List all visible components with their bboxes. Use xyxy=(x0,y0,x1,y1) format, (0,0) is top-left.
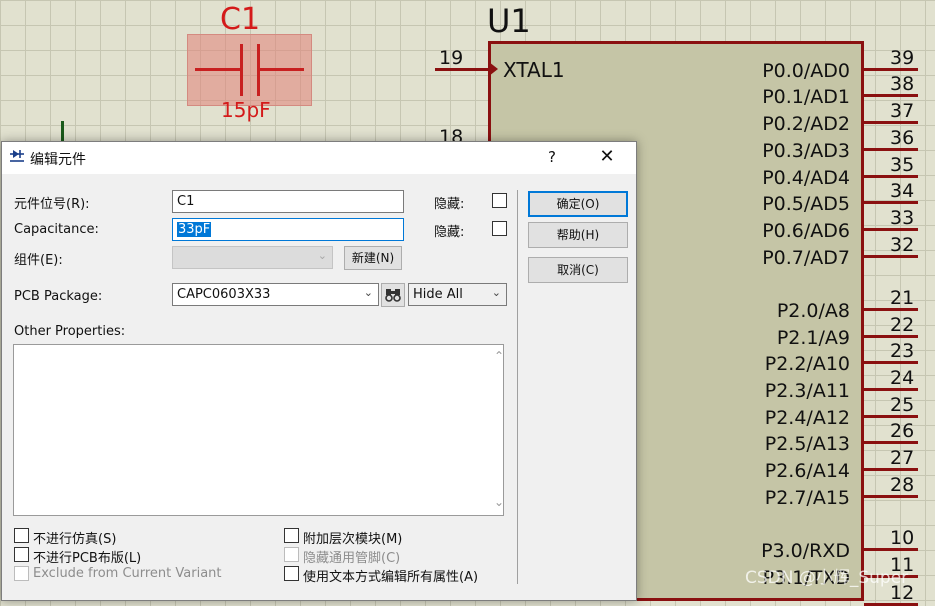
pin-number: 36 xyxy=(890,127,915,149)
pin-name: P2.3/A11 xyxy=(764,380,850,402)
capacitance-label: Capacitance: xyxy=(14,222,99,237)
vertical-separator xyxy=(517,190,518,584)
dialog-title: 编辑元件 xyxy=(30,152,86,168)
pin-name: P2.0/A8 xyxy=(776,300,850,322)
pin-number: 21 xyxy=(890,287,915,309)
title-bar[interactable]: 编辑元件 ? ✕ xyxy=(2,142,636,174)
ref-hidden-label: 隐藏: xyxy=(434,197,465,212)
attach-hierarchy-checkbox[interactable] xyxy=(284,528,299,543)
pin-number: 22 xyxy=(890,314,915,336)
chevron-down-icon: ⌄ xyxy=(317,249,327,262)
pin-name: XTAL1 xyxy=(503,58,565,82)
clock-input-arrow xyxy=(489,62,498,76)
pin-number: 34 xyxy=(890,180,915,202)
ok-button[interactable]: 确定(O) xyxy=(528,191,628,217)
pin-name: P3.0/RXD xyxy=(761,540,850,562)
pin-number: 26 xyxy=(890,420,915,442)
edit-all-text-label[interactable]: 使用文本方式编辑所有属性(A) xyxy=(303,566,478,585)
pin-number: 27 xyxy=(890,447,915,469)
pin-name: P0.0/AD0 xyxy=(762,60,850,82)
binoculars-icon xyxy=(385,289,401,302)
help-button[interactable]: ? xyxy=(541,146,563,168)
capacitance-hidden-label: 隐藏: xyxy=(434,225,465,240)
pin-name: P0.7/AD7 xyxy=(762,247,850,269)
capacitor-value[interactable]: 15pF xyxy=(221,98,271,122)
scroll-up-icon[interactable]: ⌃ xyxy=(494,349,504,363)
pin-name: P0.4/AD4 xyxy=(762,167,850,189)
capacitance-input[interactable]: 33pF xyxy=(172,218,404,241)
browse-package-button[interactable] xyxy=(381,283,405,307)
pcb-package-value: CAPC0603X33 xyxy=(177,287,271,302)
pin-number: 25 xyxy=(890,394,915,416)
edit-all-text-checkbox[interactable] xyxy=(284,566,299,581)
help-action-button[interactable]: 帮助(H) xyxy=(528,222,628,248)
group-select[interactable]: ⌄ xyxy=(172,246,333,269)
hide-common-pins-checkbox xyxy=(284,547,299,562)
pin-name: P2.5/A13 xyxy=(764,433,850,455)
ref-hidden-checkbox[interactable] xyxy=(492,193,507,208)
watermark: CSDN @小辉_Super xyxy=(745,568,909,588)
attach-hierarchy-label[interactable]: 附加层次模块(M) xyxy=(303,528,402,547)
pin-number: 38 xyxy=(890,73,915,95)
pin-name: P0.1/AD1 xyxy=(762,86,850,108)
pin-name: P2.7/A15 xyxy=(764,487,850,509)
edit-component-dialog: 编辑元件 ? ✕ 元件位号(R): C1 隐藏: Capacitance: 33… xyxy=(1,141,637,601)
pin-number: 10 xyxy=(890,527,915,549)
pin-number: 23 xyxy=(890,340,915,362)
pin-name: P0.6/AD6 xyxy=(762,220,850,242)
chevron-down-icon: ⌄ xyxy=(363,286,373,299)
other-properties-textarea[interactable]: ⌃ ⌄ xyxy=(13,344,504,516)
no-simulation-label[interactable]: 不进行仿真(S) xyxy=(33,528,116,547)
capacitor-plate-left xyxy=(240,44,243,96)
no-simulation-checkbox[interactable] xyxy=(14,528,29,543)
pin-number: 32 xyxy=(890,234,915,256)
pin-number: 33 xyxy=(890,207,915,229)
pin-name: P0.5/AD5 xyxy=(762,193,850,215)
pin-name: P2.6/A14 xyxy=(764,460,850,482)
capacitor-lead-left xyxy=(195,68,241,71)
hide-option-value: Hide All xyxy=(413,287,463,302)
pin-name: P2.1/A9 xyxy=(776,327,850,349)
new-button[interactable]: 新建(N) xyxy=(344,246,402,270)
ref-input[interactable]: C1 xyxy=(172,190,404,213)
pin-number: 19 xyxy=(439,47,464,69)
chevron-down-icon: ⌄ xyxy=(491,286,501,299)
capacitor-lead-right xyxy=(259,68,304,71)
scroll-down-icon[interactable]: ⌄ xyxy=(494,495,504,509)
pin-number: 24 xyxy=(890,367,915,389)
pin-number: 39 xyxy=(890,47,915,69)
exclude-variant-checkbox xyxy=(14,566,29,581)
no-pcb-label[interactable]: 不进行PCB布版(L) xyxy=(33,547,141,566)
pin-number: 35 xyxy=(890,154,915,176)
pcb-package-label: PCB Package: xyxy=(14,289,103,304)
no-pcb-checkbox[interactable] xyxy=(14,547,29,562)
pcb-package-select[interactable]: CAPC0603X33 ⌄ xyxy=(172,283,379,306)
pin-number: 28 xyxy=(890,474,915,496)
other-properties-label: Other Properties: xyxy=(14,324,126,339)
capacitance-value: 33pF xyxy=(177,222,212,237)
pin-name: P0.2/AD2 xyxy=(762,113,850,135)
ic-reference[interactable]: U1 xyxy=(487,2,531,40)
pin-name: P0.3/AD3 xyxy=(762,140,850,162)
group-label: 组件(E): xyxy=(14,253,63,268)
pin-name: P2.2/A10 xyxy=(764,353,850,375)
capacitance-hidden-checkbox[interactable] xyxy=(492,221,507,236)
pin-name: P2.4/A12 xyxy=(764,407,850,429)
component-icon xyxy=(10,150,24,162)
capacitor-reference[interactable]: C1 xyxy=(220,2,260,37)
cancel-button[interactable]: 取消(C) xyxy=(528,257,628,283)
hide-option-select[interactable]: Hide All ⌄ xyxy=(408,283,507,306)
ref-label: 元件位号(R): xyxy=(14,197,90,212)
close-button[interactable]: ✕ xyxy=(595,146,619,168)
hide-common-pins-label: 隐藏通用管脚(C) xyxy=(303,551,401,566)
pin-number: 37 xyxy=(890,100,915,122)
exclude-variant-label: Exclude from Current Variant xyxy=(33,566,222,581)
